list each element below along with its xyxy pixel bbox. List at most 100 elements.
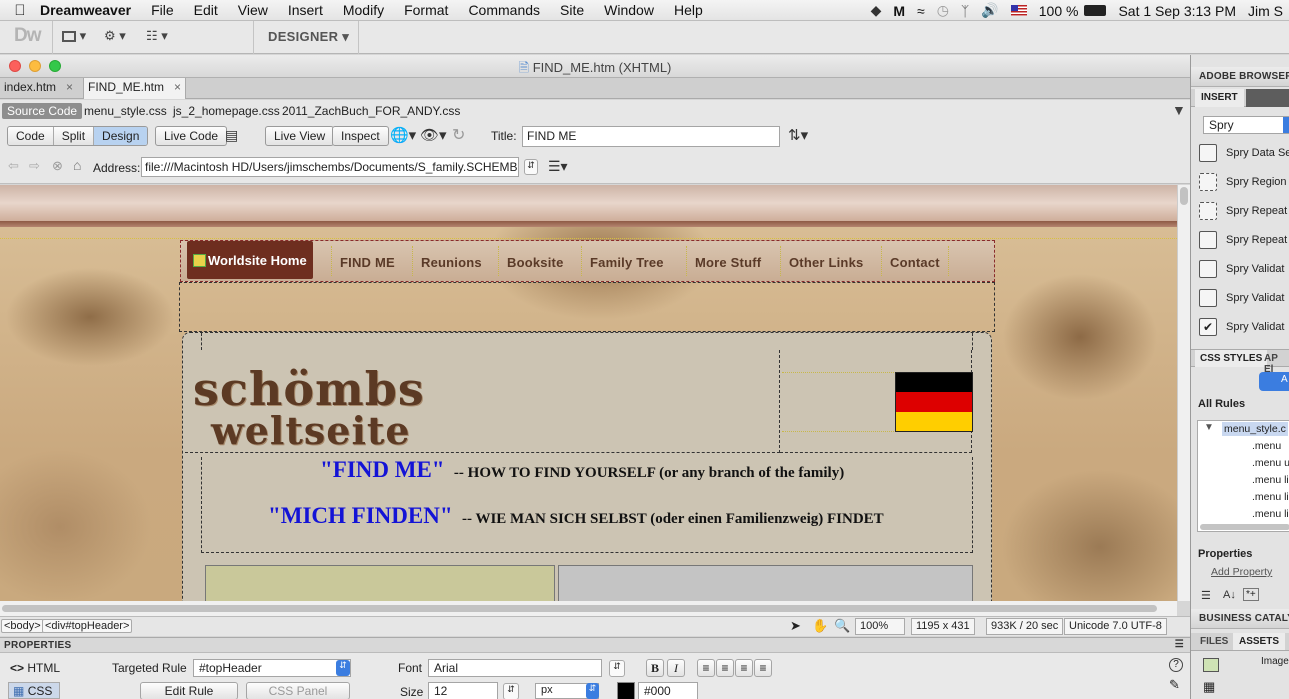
bold-button[interactable]: B xyxy=(646,659,664,677)
insert-tab[interactable]: INSERT xyxy=(1195,89,1244,107)
rule-item[interactable]: .menu li xyxy=(1252,508,1289,520)
scrollbar-thumb[interactable] xyxy=(2,605,1157,612)
tab-find-me[interactable]: FIND_ME.htm × xyxy=(83,78,187,99)
design-view[interactable]: Worldsite Home FIND ME Reunions Booksite… xyxy=(0,185,1177,601)
edit-rule-button[interactable]: Edit Rule xyxy=(140,682,238,699)
apple-menu-icon[interactable]:  xyxy=(0,2,40,19)
font-stepper[interactable]: ⇵ xyxy=(609,660,625,677)
font-input[interactable]: Arial xyxy=(428,659,602,677)
rules-tree[interactable]: ▼ menu_style.c .menu .menu u .menu li .m… xyxy=(1197,420,1289,532)
live-code-button[interactable]: Live Code xyxy=(155,126,228,146)
nav-item-family-tree[interactable]: Family Tree xyxy=(581,246,672,276)
dropdown-arrow-icon[interactable] xyxy=(1283,117,1289,133)
source-code-button[interactable]: Source Code xyxy=(2,103,83,119)
window-size[interactable]: 1195 x 431 xyxy=(911,618,975,635)
horizontal-scrollbar[interactable] xyxy=(0,601,1177,616)
live-view-button[interactable]: Live View xyxy=(265,126,335,146)
visual-aids-icon[interactable]: 👁▾ xyxy=(420,126,447,144)
business-catalyst-header[interactable]: BUSINESS CATALYST xyxy=(1191,609,1289,629)
tag-selector-body[interactable]: <body> xyxy=(1,619,44,633)
app-menu[interactable]: Dreamweaver xyxy=(40,2,131,18)
images-asset-icon[interactable] xyxy=(1203,658,1219,672)
insert-category-select[interactable]: Spry xyxy=(1203,116,1289,134)
hand-tool-icon[interactable]: ✋ xyxy=(812,618,828,634)
nav-item-worldsite-home[interactable]: Worldsite Home xyxy=(187,241,313,279)
menu-edit[interactable]: Edit xyxy=(194,2,218,18)
spry-item[interactable]: ✔ Spry Validat xyxy=(1199,318,1285,336)
align-left-icon[interactable]: ≡ xyxy=(697,659,715,677)
code-view-button[interactable]: Code xyxy=(8,127,54,145)
css-styles-tab[interactable]: CSS STYLES xyxy=(1195,350,1268,367)
related-file[interactable]: js_2_homepage.css xyxy=(173,104,280,118)
browserlab-panel-header[interactable]: ADOBE BROWSERLAB xyxy=(1191,67,1289,87)
volume-icon[interactable]: 🔊 xyxy=(981,2,998,19)
rule-item[interactable]: .menu xyxy=(1252,440,1281,452)
address-history-stepper[interactable]: ⇵ xyxy=(524,159,538,175)
files-tab[interactable]: FILES xyxy=(1195,633,1233,650)
panel-menu-icon[interactable]: ☰ xyxy=(1175,639,1184,650)
dropdown-arrow-icon[interactable]: ⇵ xyxy=(586,683,599,699)
stop-icon[interactable]: ⊗ xyxy=(52,158,63,174)
workspace-switcher[interactable]: DESIGNER ▾ xyxy=(268,29,349,45)
color-input[interactable]: #000 xyxy=(638,682,698,699)
css-panel-button[interactable]: CSS Panel xyxy=(246,682,350,699)
close-tab-icon[interactable]: × xyxy=(174,80,181,94)
user-name[interactable]: Jim S xyxy=(1248,3,1283,19)
expand-arrow-icon[interactable]: ▼ xyxy=(1204,422,1214,433)
spry-item[interactable]: Spry Validat xyxy=(1199,260,1285,278)
rule-item[interactable]: .menu li xyxy=(1252,474,1289,486)
menu-insert[interactable]: Insert xyxy=(288,2,323,18)
menu-help[interactable]: Help xyxy=(674,2,703,18)
all-current-toggle[interactable]: A xyxy=(1259,372,1289,391)
file-management-icon[interactable]: ⇅▾ xyxy=(788,126,808,144)
quick-tag-editor-icon[interactable]: ✎ xyxy=(1169,677,1180,693)
tab-index[interactable]: index.htm × xyxy=(0,78,77,99)
check-compat-icon[interactable]: ▤ xyxy=(225,127,238,144)
help-icon[interactable]: ? xyxy=(1169,658,1183,672)
select-tool-icon[interactable]: ➤ xyxy=(790,618,801,634)
site-dropdown[interactable]: ☷ ▾ xyxy=(146,28,168,44)
related-file[interactable]: 2011_ZachBuch_FOR_ANDY.css xyxy=(282,104,460,118)
forward-icon[interactable]: ⇨ xyxy=(29,158,40,174)
menu-modify[interactable]: Modify xyxy=(343,2,384,18)
spry-item[interactable]: Spry Repeat xyxy=(1199,231,1287,249)
extend-dropdown[interactable]: ⚙ ▾ xyxy=(104,28,126,44)
nav-item-booksite[interactable]: Booksite xyxy=(498,246,572,276)
menu-file[interactable]: File xyxy=(151,2,174,18)
inspect-button[interactable]: Inspect xyxy=(332,126,389,146)
align-justify-icon[interactable]: ≡ xyxy=(754,659,772,677)
spry-item[interactable]: Spry Region xyxy=(1199,173,1287,191)
back-icon[interactable]: ⇦ xyxy=(8,158,19,174)
align-right-icon[interactable]: ≡ xyxy=(735,659,753,677)
align-center-icon[interactable]: ≡ xyxy=(716,659,734,677)
size-stepper[interactable]: ⇵ xyxy=(503,683,519,699)
menu-view[interactable]: View xyxy=(238,2,268,18)
refresh-icon[interactable]: ↻ xyxy=(452,125,465,145)
tag-selector-div[interactable]: <div#topHeader> xyxy=(42,619,133,633)
colors-asset-icon[interactable]: ▦ xyxy=(1203,679,1215,695)
assets-tab[interactable]: ASSETS xyxy=(1233,633,1286,650)
ap-elements-tab[interactable]: AP El xyxy=(1259,350,1289,375)
menu-site[interactable]: Site xyxy=(560,2,584,18)
color-swatch[interactable] xyxy=(617,682,635,699)
datetime[interactable]: Sat 1 Sep 3:13 PM xyxy=(1118,3,1236,19)
vertical-scrollbar[interactable] xyxy=(1177,185,1190,601)
time-machine-icon[interactable]: ◷ xyxy=(937,2,949,19)
rule-item[interactable]: .menu li xyxy=(1252,491,1289,503)
address-input[interactable]: file:///Macintosh HD/Users/jimschembs/Do… xyxy=(141,157,519,177)
design-view-button[interactable]: Design xyxy=(94,127,148,145)
dropdown-arrow-icon[interactable]: ⇵ xyxy=(336,660,350,676)
title-input[interactable]: FIND ME xyxy=(522,126,780,147)
rule-stylesheet[interactable]: menu_style.c xyxy=(1222,422,1288,436)
italic-button[interactable]: I xyxy=(667,659,685,677)
nav-item-contact[interactable]: Contact xyxy=(881,246,949,276)
wifi-icon[interactable]: ≈ xyxy=(917,3,925,19)
zoom-select[interactable]: 100% xyxy=(855,618,905,635)
spry-item[interactable]: Spry Repeat xyxy=(1199,202,1287,220)
zoom-tool-icon[interactable]: 🔍 xyxy=(834,618,850,634)
spry-item[interactable]: Spry Data Se xyxy=(1199,144,1289,162)
spry-item[interactable]: Spry Validat xyxy=(1199,289,1285,307)
split-view-button[interactable]: Split xyxy=(53,127,95,145)
add-property-link[interactable]: Add Property xyxy=(1211,566,1272,578)
home-icon[interactable]: ⌂ xyxy=(73,157,81,173)
